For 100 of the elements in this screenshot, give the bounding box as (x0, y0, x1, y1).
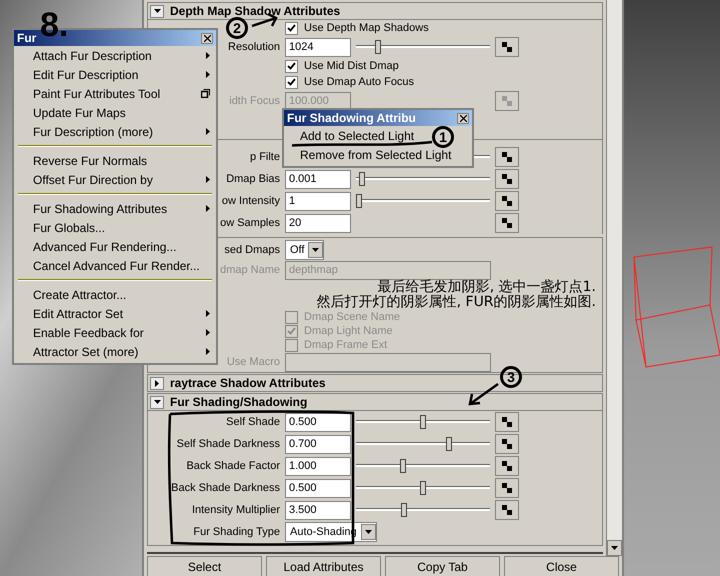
slider-thumb[interactable] (400, 503, 407, 517)
annotation-note: 然后打开灯的阴影属性, FUR的阴影属性如图. (316, 295, 596, 310)
menu-title: Fur (17, 30, 36, 47)
checkbox[interactable] (285, 22, 298, 34)
map-button[interactable] (495, 478, 519, 498)
slider-track[interactable] (356, 39, 490, 55)
input-field[interactable]: 20 (285, 214, 351, 232)
checker-icon (502, 196, 512, 206)
input-field[interactable]: 0.500 (285, 412, 351, 432)
slider-thumb[interactable] (446, 437, 452, 451)
step-number: 3 (500, 366, 522, 388)
checker-icon (502, 439, 512, 449)
menu-item[interactable]: Advanced Fur Rendering... (14, 237, 216, 256)
slider-thumb[interactable] (375, 40, 382, 54)
menu-item[interactable]: Paint Fur Attributes Tool (14, 84, 216, 103)
checker-icon (502, 505, 512, 515)
hand-drawn-arrow (468, 382, 500, 406)
slider-track[interactable] (356, 414, 490, 430)
menu-item[interactable]: Create Attractor... (14, 285, 216, 304)
step-number: 2 (226, 17, 248, 39)
submenu-arrow-icon (206, 71, 210, 78)
menu-item[interactable]: Fur Shadowing Attributes (14, 199, 216, 218)
input-field[interactable]: 1024 (285, 38, 351, 56)
field-label: Self Shade Darkness (176, 436, 280, 452)
close-icon (204, 34, 210, 42)
close-button[interactable] (457, 112, 469, 124)
submenu-arrow-icon (206, 205, 210, 212)
submenu-arrow-icon (206, 329, 210, 336)
slider-thumb[interactable] (400, 459, 406, 473)
dropdown[interactable]: Off (285, 240, 324, 260)
input-field[interactable]: 1 (285, 192, 351, 210)
menu-item[interactable]: Fur Globals... (14, 218, 216, 237)
field-label: sed Dmaps (224, 242, 280, 258)
map-button[interactable] (495, 147, 519, 167)
menu-item[interactable]: Attach Fur Description (14, 46, 216, 65)
checkbox[interactable] (285, 60, 298, 72)
checkbox-label: Dmap Light Name (304, 324, 393, 339)
option-box-icon (201, 89, 210, 98)
map-button[interactable] (495, 213, 519, 233)
submenu-arrow-icon (206, 176, 210, 183)
field-label: ow Samples (220, 216, 280, 231)
field-label: Dmap Bias (226, 172, 280, 187)
slider-thumb[interactable] (358, 172, 365, 186)
menu-item[interactable]: Cancel Advanced Fur Render... (14, 256, 216, 275)
map-button[interactable] (495, 456, 519, 476)
annotation-note: 最后给毛发加阴影, 选中一盏灯点1. (378, 280, 596, 295)
slider-track[interactable] (356, 458, 490, 474)
menu-item[interactable]: Offset Fur Direction by (14, 170, 216, 189)
map-button[interactable] (495, 37, 519, 57)
step-number: 1 (432, 126, 454, 148)
section-header[interactable]: Depth Map Shadow Attributes (147, 2, 603, 20)
menu-item[interactable]: Edit Attractor Set (14, 304, 216, 323)
map-button[interactable] (495, 412, 519, 432)
slider-thumb[interactable] (420, 481, 426, 495)
slider-track[interactable] (356, 480, 490, 496)
map-button[interactable] (495, 434, 519, 454)
input-field[interactable]: 3.500 (285, 500, 351, 520)
menu-item[interactable]: Remove from Selected Light (284, 145, 456, 164)
scroll-down-button[interactable] (607, 540, 622, 556)
input-field[interactable]: 0.700 (285, 434, 351, 454)
menu-item[interactable]: Fur Description (more) (14, 122, 216, 141)
menu-item[interactable]: Enable Feedback for (14, 323, 216, 342)
dialog-button[interactable]: Close (504, 556, 619, 576)
map-button[interactable] (495, 169, 519, 189)
input-field[interactable]: 1.000 (285, 456, 351, 476)
menu-item[interactable]: Reverse Fur Normals (14, 151, 216, 170)
section-header[interactable]: Fur Shading/Shadowing (147, 393, 603, 411)
submenu-arrow-icon (206, 310, 210, 317)
input-field[interactable]: 0.500 (285, 478, 351, 498)
menu-item[interactable]: Add to Selected Light (284, 126, 418, 145)
slider-track[interactable] (356, 502, 490, 518)
field-label: dmap Name (220, 262, 280, 278)
checkbox-label: Dmap Frame Ext (304, 338, 388, 353)
slider-track[interactable] (356, 171, 490, 187)
checker-icon (502, 152, 512, 162)
slider-track[interactable] (356, 193, 490, 209)
slider-thumb[interactable] (356, 194, 362, 208)
map-button[interactable] (495, 191, 519, 211)
checkbox[interactable] (285, 76, 298, 88)
field-label: Use Macro (226, 354, 280, 370)
field-label: idth Focus (229, 94, 280, 109)
input-field[interactable]: 0.001 (285, 170, 351, 188)
map-button[interactable] (495, 500, 519, 520)
field-label: ow Intensity (222, 194, 280, 209)
checker-icon (502, 96, 512, 106)
checker-icon (502, 483, 512, 493)
checker-icon (502, 218, 512, 228)
menu-item[interactable]: Edit Fur Description (14, 65, 216, 84)
dialog-button[interactable]: Select (147, 556, 262, 576)
slider-track[interactable] (356, 436, 490, 452)
dialog-button[interactable]: Load Attributes (266, 556, 381, 576)
field-label: Self Shade (226, 414, 280, 430)
checker-icon (502, 417, 512, 427)
menu-item[interactable]: Update Fur Maps (14, 103, 216, 122)
slider-thumb[interactable] (420, 415, 426, 429)
checkbox-label: Dmap Scene Name (304, 310, 400, 325)
close-button[interactable] (201, 32, 213, 44)
field-label: Back Shade Darkness (171, 480, 280, 496)
menu-item[interactable]: Attractor Set (more) (14, 342, 216, 361)
dialog-button[interactable]: Copy Tab (385, 556, 500, 576)
